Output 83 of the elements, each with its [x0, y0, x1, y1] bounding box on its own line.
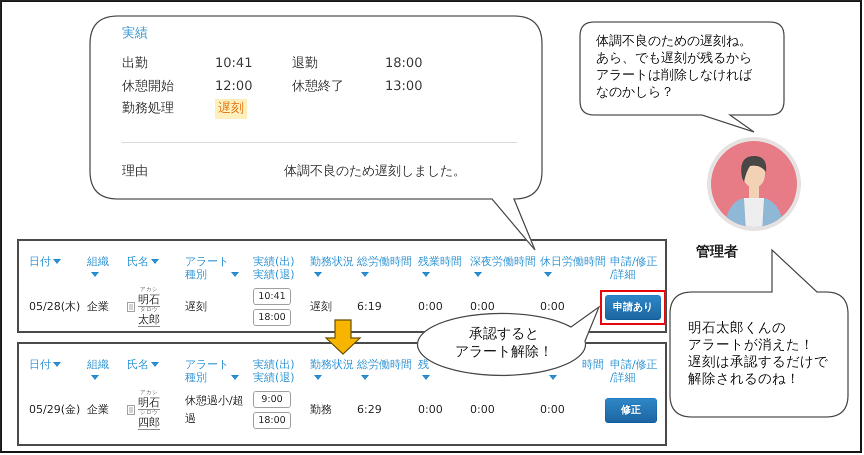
sort-caret-icon[interactable] — [314, 375, 322, 380]
sort-caret-icon[interactable] — [361, 375, 369, 380]
sort-caret-icon[interactable] — [231, 375, 239, 380]
column-header[interactable]: 実績(出) 実績(退) — [253, 358, 295, 384]
field-value: 体調不良のため遅刻しました。 — [284, 163, 466, 181]
column-header[interactable]: 日付 — [29, 358, 51, 371]
speech-text: 体調不良のための遅刻ね。 あら、でも遅刻が残るから アラートは削除しなければ なのかしら？ — [596, 33, 752, 101]
sort-caret-icon[interactable] — [91, 272, 99, 278]
column-header[interactable]: 休日労働時間 — [540, 255, 606, 268]
table-cell-text: 6:29 — [357, 402, 382, 418]
field-label: 退勤 — [292, 55, 319, 73]
column-header[interactable]: 氏名 — [127, 358, 149, 371]
table-cell-text: 企業 — [87, 298, 109, 315]
document-icon — [127, 302, 135, 312]
clock-in-field[interactable]: 9:00 — [253, 391, 291, 408]
table-cell-text: 休憩過小/超過 — [185, 393, 245, 427]
given-name[interactable]: 四郎 — [138, 416, 160, 430]
table-cell-text: 遅刻 — [310, 298, 332, 315]
sort-caret-icon[interactable] — [544, 272, 552, 278]
sort-caret-icon[interactable] — [474, 272, 482, 278]
clock-in-field[interactable]: 10:41 — [253, 288, 291, 305]
field-label: 勤務処理 — [122, 100, 175, 118]
sort-caret-icon[interactable] — [231, 272, 239, 278]
table-cell-text: 0:00 — [470, 402, 495, 418]
speech-text: 承認すると アラート解除！ — [454, 325, 554, 361]
table-cell-text: 企業 — [87, 402, 109, 418]
field-value: 18:00 — [385, 55, 424, 73]
clock-out-field[interactable]: 18:00 — [253, 412, 291, 429]
column-header[interactable]: 残業時間 — [418, 255, 462, 268]
field-label: 休憩開始 — [122, 78, 175, 96]
sort-caret-icon[interactable] — [422, 375, 430, 380]
field-label: 理由 — [122, 163, 148, 181]
sort-caret-icon[interactable] — [151, 259, 159, 264]
table-cell-text: 6:19 — [357, 298, 382, 315]
table-cell-text: 05/29(金) — [29, 402, 80, 418]
column-header[interactable]: 組織 — [87, 358, 109, 371]
table-cell-text: 勤務 — [310, 402, 332, 418]
given-name[interactable]: 太郎 — [138, 313, 160, 327]
table-cell-text: 遅刻 — [185, 299, 207, 315]
column-header[interactable]: 申請/修正 /詳細 — [610, 358, 658, 384]
edit-button[interactable]: 修正 — [605, 398, 657, 422]
sort-caret-icon[interactable] — [422, 272, 430, 278]
column-header[interactable]: 総労働時間 — [357, 358, 412, 371]
document-icon — [127, 405, 135, 415]
sort-caret-icon[interactable] — [361, 272, 369, 278]
field-label: 休憩終了 — [292, 78, 345, 96]
sort-caret-icon[interactable] — [314, 272, 322, 278]
speech-text: 明石太郎くんの アラートが消えた！ 遅刻は承認するだけで 解除されるのね！ — [688, 320, 829, 388]
column-header[interactable]: 実績(出) 実績(退) — [253, 255, 295, 281]
clock-out-field[interactable]: 18:00 — [253, 309, 291, 326]
field-value: 10:41 — [215, 55, 254, 73]
column-header[interactable]: 日付 — [29, 255, 51, 268]
table-cell-text: 05/28(木) — [29, 298, 80, 315]
table-cell-text: 0:00 — [470, 298, 495, 315]
column-header[interactable]: 組織 — [87, 255, 109, 268]
table-cell-text: 0:00 — [540, 402, 565, 418]
column-header[interactable]: 勤務状況 — [310, 358, 354, 371]
status-tag: 遅刻 — [215, 99, 247, 118]
column-header[interactable]: 深夜労働時間 — [470, 255, 536, 268]
field-label: 出勤 — [122, 55, 149, 73]
column-header[interactable]: 勤務状況 — [310, 255, 354, 268]
column-header[interactable]: アラート 種別 — [185, 255, 229, 281]
sort-caret-icon[interactable] — [91, 375, 99, 380]
section-title: 実績 — [122, 25, 148, 43]
request-button[interactable]: 申請あり — [605, 294, 661, 320]
sort-caret-icon[interactable] — [53, 362, 61, 368]
down-arrow — [324, 319, 362, 355]
family-name: 明石 — [138, 293, 160, 307]
table-cell-text: 0:00 — [418, 298, 443, 315]
column-header[interactable]: 残 — [418, 358, 429, 371]
role-label: 管理者 — [696, 243, 738, 262]
table-cell-text: 0:00 — [418, 402, 443, 418]
sort-caret-icon[interactable] — [151, 362, 159, 368]
column-header[interactable]: 申請/修正 /詳細 — [610, 255, 658, 281]
column-header[interactable]: 氏名 — [127, 255, 149, 268]
field-value: 13:00 — [385, 78, 424, 96]
column-header[interactable]: 総労働時間 — [357, 255, 412, 268]
sort-caret-icon[interactable] — [53, 259, 61, 264]
column-header[interactable]: アラート 種別 — [185, 358, 229, 384]
column-header[interactable]: 時間 — [582, 358, 604, 371]
field-value: 12:00 — [215, 78, 254, 96]
family-name: 明石 — [138, 396, 160, 410]
table-cell-text: 0:00 — [540, 298, 565, 315]
